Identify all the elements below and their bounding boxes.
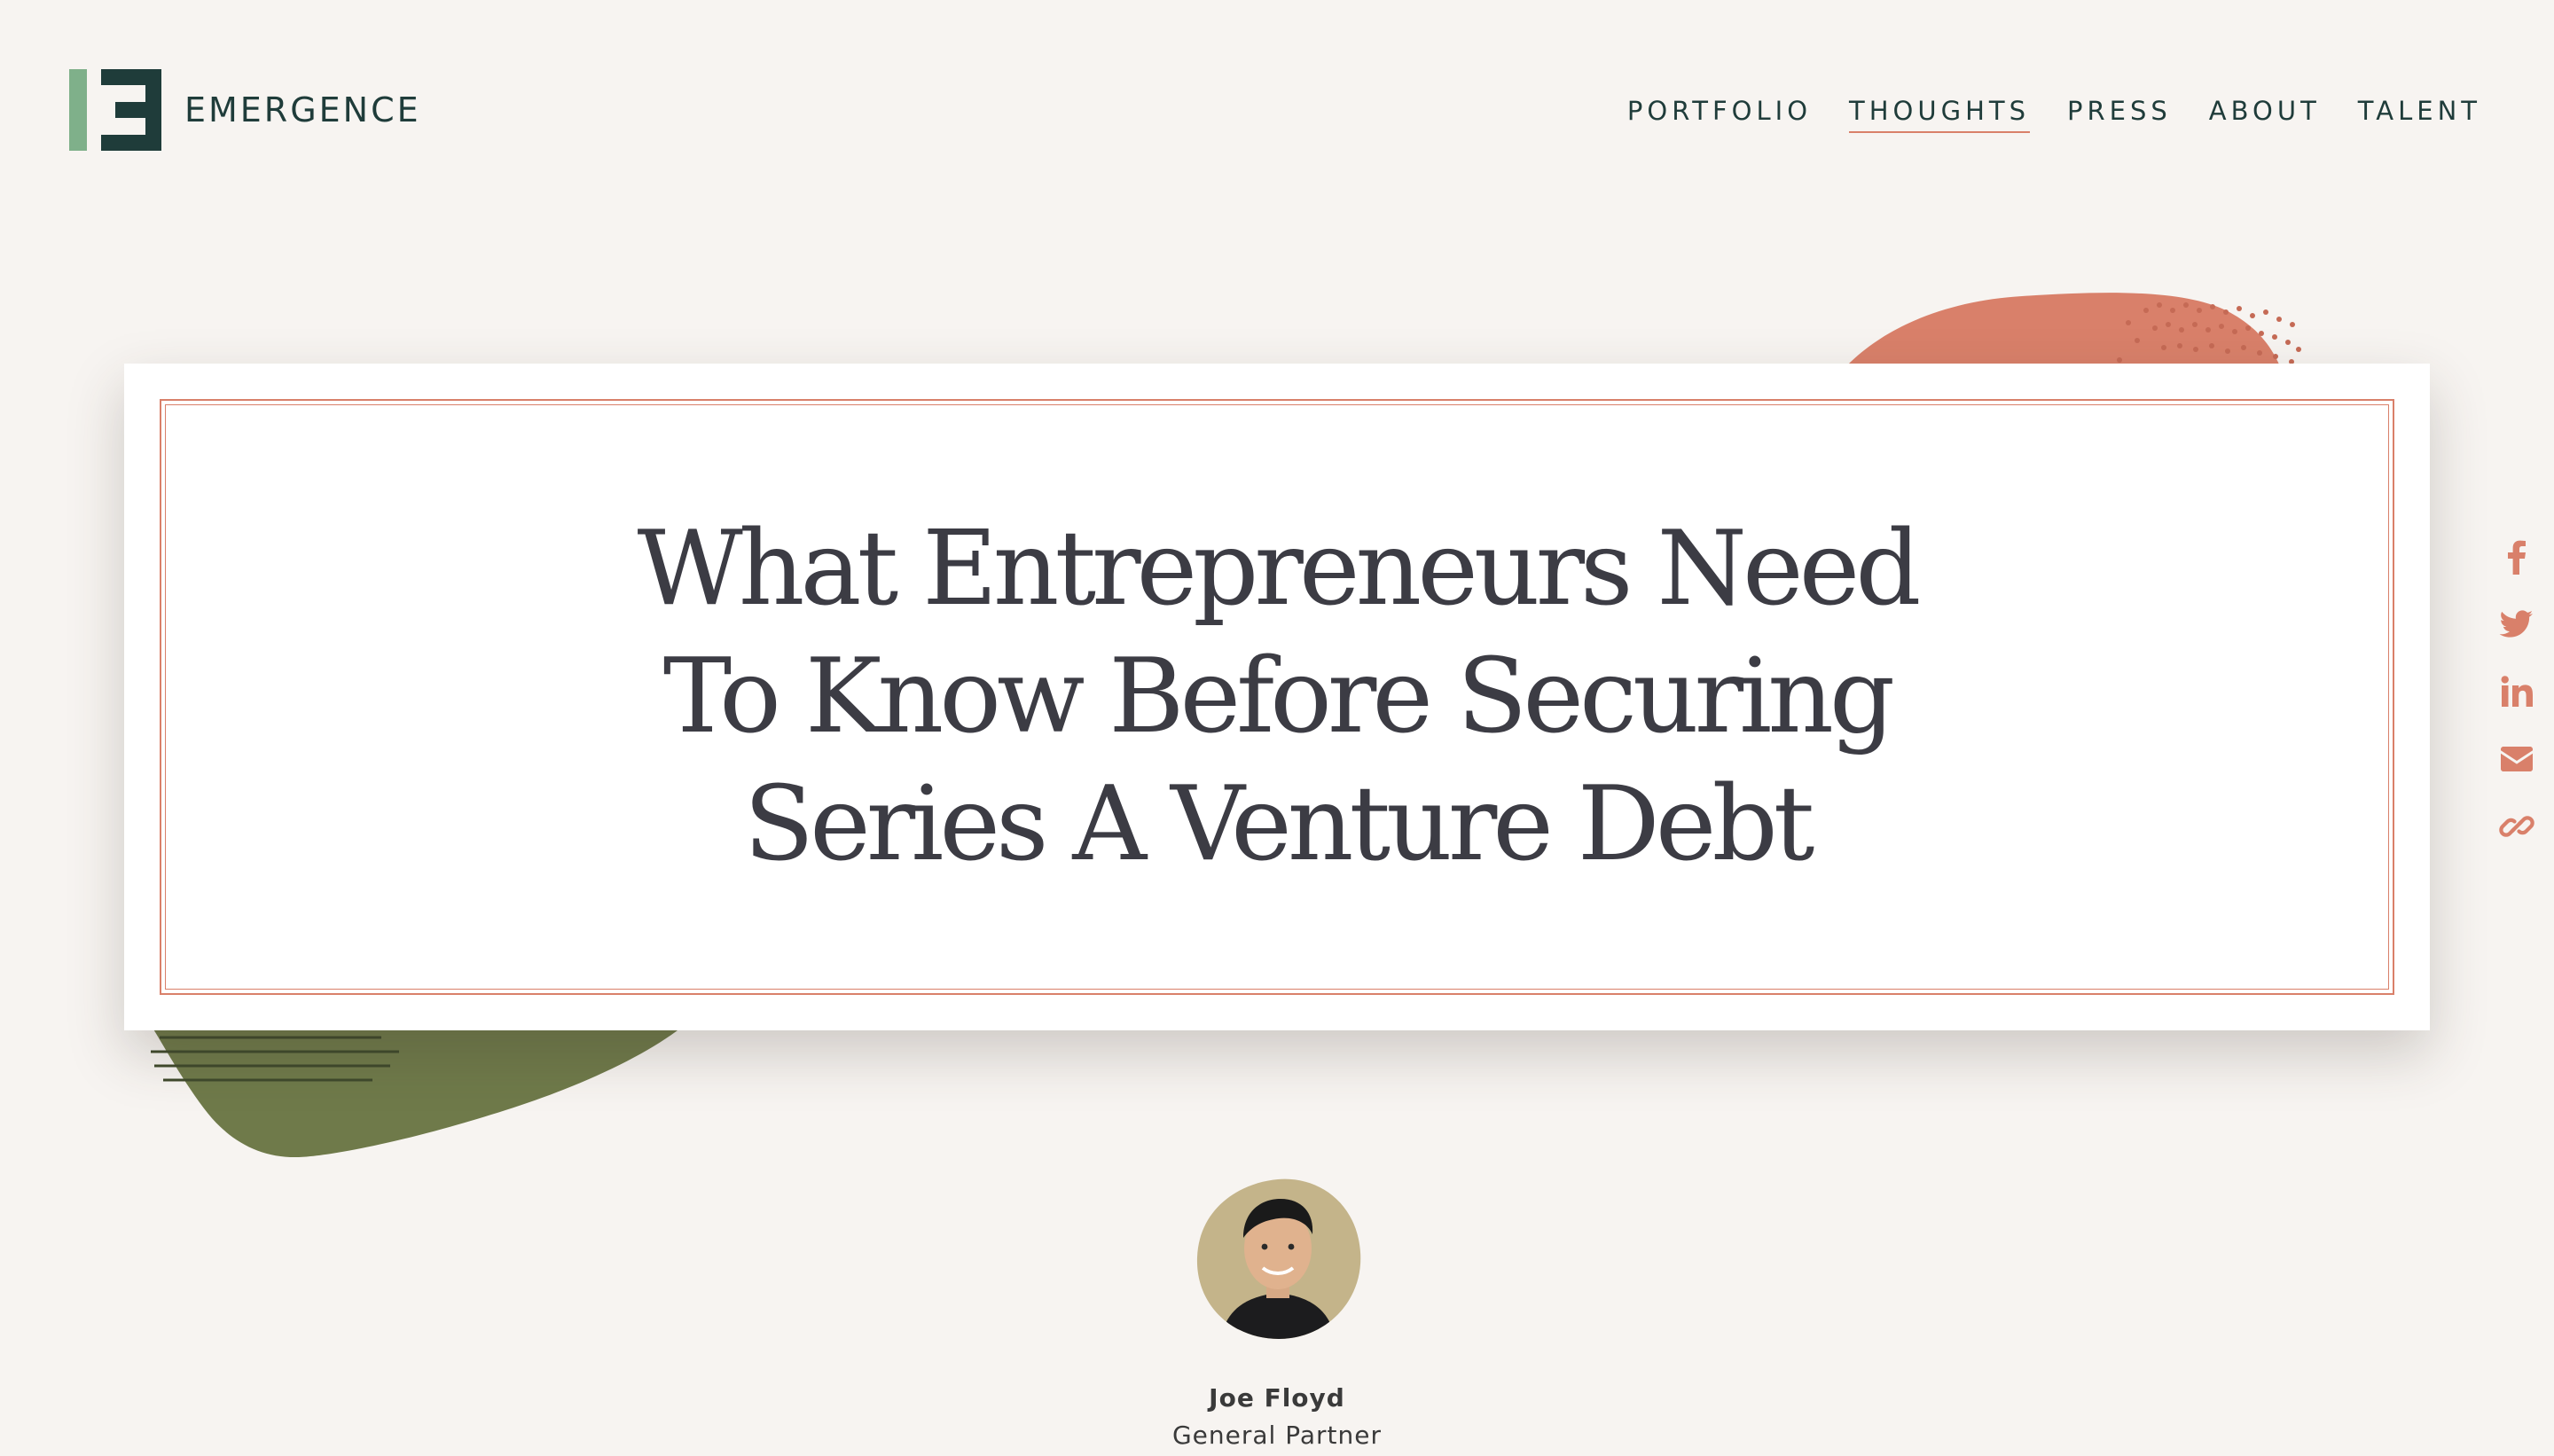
article-title: What Entrepreneurs Need To Know Before S… [637,509,1921,884]
decorative-green-blob [142,1011,701,1158]
article-hero-card: What Entrepreneurs Need To Know Before S… [124,364,2430,1030]
share-bar [2499,539,2534,844]
nav-about[interactable]: ABOUT [2209,96,2321,133]
logo-link[interactable]: EMERGENCE [69,69,421,151]
nav-portfolio[interactable]: PORTFOLIO [1627,96,1812,133]
link-icon[interactable] [2499,809,2534,844]
page: EMERGENCE PORTFOLIO THOUGHTS PRESS ABOUT… [0,0,2554,1456]
nav-press[interactable]: PRESS [2067,96,2172,133]
nav-thoughts[interactable]: THOUGHTS [1849,96,2031,133]
nav-talent[interactable]: TALENT [2358,96,2481,133]
twitter-icon[interactable] [2499,607,2534,642]
emergence-logo-icon [69,69,161,151]
brand-name: EMERGENCE [184,90,421,129]
author-role: General Partner [1171,1421,1382,1450]
email-icon[interactable] [2499,741,2534,777]
author-name: Joe Floyd [1209,1383,1345,1413]
linkedin-icon[interactable] [2499,674,2534,709]
facebook-icon[interactable] [2499,539,2534,575]
main-nav: PORTFOLIO THOUGHTS PRESS ABOUT TALENT [1627,96,2481,133]
author-avatar [1196,1178,1361,1339]
